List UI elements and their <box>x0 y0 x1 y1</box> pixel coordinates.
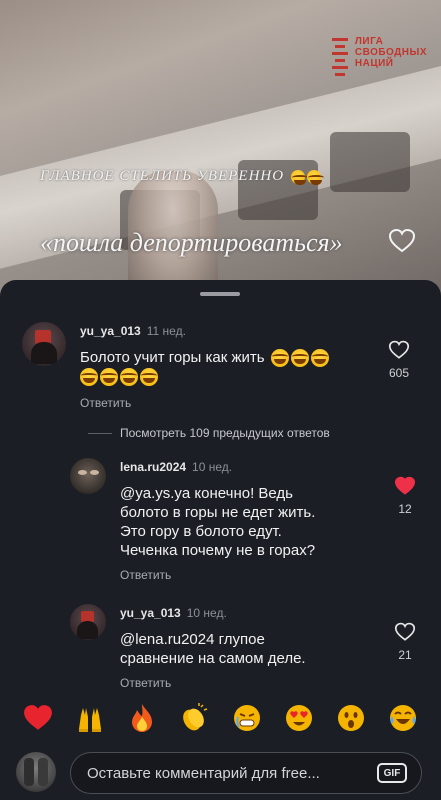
comment-text: @ya.ys.ya конечно! Ведь болото в горы не… <box>120 485 316 559</box>
comment-header: yu_ya_013 11 нед. <box>80 322 380 340</box>
like-button[interactable]: 12 <box>394 476 416 516</box>
logo-line: СВОБОДНЫХ <box>354 47 427 58</box>
comment-input[interactable]: Оставьте комментарий для free... GIF <box>70 752 422 794</box>
heart-outline-icon <box>388 228 416 253</box>
sheet-drag-handle[interactable] <box>200 292 240 296</box>
comment-username[interactable]: yu_ya_013 <box>80 324 141 338</box>
raised-hands-icon[interactable] <box>75 703 105 733</box>
laughing-emoji-icon <box>140 368 158 387</box>
avatar[interactable] <box>70 458 106 494</box>
mention-link[interactable]: @lena.ru2024 <box>120 631 214 648</box>
like-count: 605 <box>388 366 410 380</box>
video-background[interactable]: ЛИГА СВОБОДНЫХ НАЦИЙ ГЛАВНОЕ СТЕЛИТЬ УВЕ… <box>0 0 441 300</box>
laughing-emoji-icon <box>120 368 138 387</box>
laughing-emoji-icon <box>270 349 289 368</box>
avatar[interactable] <box>70 604 106 640</box>
comment-header: lena.ru2024 10 нед. <box>120 458 380 476</box>
grimacing-face-icon[interactable] <box>232 703 262 733</box>
heart-outline-icon <box>394 622 416 641</box>
reply-item: lena.ru2024 10 нед. @ya.ys.ya конечно! Ве… <box>70 458 380 582</box>
heart-filled-icon <box>394 476 416 495</box>
laughing-emoji-icon <box>289 168 324 185</box>
channel-logo: ЛИГА СВОБОДНЫХ НАЦИЙ <box>329 36 427 80</box>
like-button[interactable]: 21 <box>394 622 416 662</box>
comment-time: 11 нед. <box>146 324 186 338</box>
reply-button[interactable]: Ответить <box>120 676 380 690</box>
laughing-emoji-icon <box>290 349 309 368</box>
comment-time: 10 нед. <box>192 460 233 474</box>
reply-button[interactable]: Ответить <box>80 396 380 410</box>
comment-username[interactable]: lena.ru2024 <box>120 460 186 474</box>
gif-button[interactable]: GIF <box>377 763 407 783</box>
mention-link[interactable]: @ya.ys.ya <box>120 485 190 502</box>
comment-text: @lena.ru2024 глупое сравнение на самом д… <box>120 631 306 667</box>
video-caption-large: «пошла депортироваться» <box>40 228 343 257</box>
view-previous-replies-label: Посмотреть 109 предыдущих ответов <box>120 426 330 440</box>
like-count: 12 <box>398 502 412 516</box>
video-caption-small: ГЛАВНОЕ СТЕЛИТЬ УВЕРЕННО <box>40 168 324 185</box>
heart-eyes-face-icon[interactable] <box>284 703 314 733</box>
comment-text: Болото учит горы как жить <box>80 348 380 387</box>
comment-input-placeholder: Оставьте комментарий для free... <box>87 764 320 782</box>
heart-icon[interactable] <box>23 703 53 733</box>
comment-time: 10 нед. <box>186 606 227 620</box>
quick-reaction-bar <box>0 696 441 740</box>
laughing-emoji-icon <box>100 368 118 387</box>
laughing-emoji-icon <box>80 368 98 387</box>
laughing-emoji-icon <box>310 349 329 368</box>
logo-line: НАЦИЙ <box>354 58 394 69</box>
reply-button[interactable]: Ответить <box>120 568 380 582</box>
comment-username[interactable]: yu_ya_013 <box>120 606 181 620</box>
avatar[interactable] <box>16 752 56 792</box>
divider <box>88 433 112 434</box>
train-window <box>330 132 410 192</box>
view-previous-replies-button[interactable]: Посмотреть 109 предыдущих ответов <box>88 426 330 440</box>
comment-input-bar: Оставьте комментарий для free... GIF <box>0 744 441 800</box>
logo-mark-icon <box>329 36 351 80</box>
comment-header: yu_ya_013 10 нед. <box>120 604 380 622</box>
reply-item: yu_ya_013 10 нед. @lena.ru2024 глупое сра… <box>70 604 380 690</box>
like-count: 21 <box>398 648 412 662</box>
clapping-hands-icon[interactable] <box>179 703 209 733</box>
surprised-face-icon[interactable] <box>336 703 366 733</box>
heart-outline-icon <box>388 340 410 359</box>
logo-line: ЛИГА <box>354 36 384 47</box>
comment-item: yu_ya_013 11 нед. Болото учит горы как жи… <box>22 322 380 410</box>
tears-of-joy-face-icon[interactable] <box>388 703 418 733</box>
fire-icon[interactable] <box>127 703 157 733</box>
like-button[interactable]: 605 <box>388 340 410 380</box>
avatar[interactable] <box>22 322 66 366</box>
